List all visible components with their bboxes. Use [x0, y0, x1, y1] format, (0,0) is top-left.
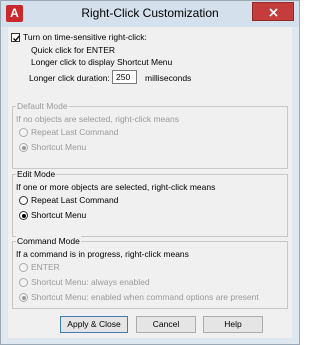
edit-mode-description: If one or more objects are selected, rig… — [16, 182, 216, 192]
radio-button[interactable] — [19, 196, 28, 205]
dialog-window: A Right-Click Customization Turn on time… — [0, 0, 300, 345]
radio-button[interactable] — [19, 211, 28, 220]
default-mode-shortcut-option[interactable]: Shortcut Menu — [19, 142, 86, 152]
checkmark-icon — [13, 35, 20, 42]
time-sensitive-label: Turn on time-sensitive right-click: — [23, 32, 147, 42]
edit-mode-group: Edit Mode If one or more objects are sel… — [12, 169, 288, 237]
command-mode-options-present-option[interactable]: Shortcut Menu: enabled when command opti… — [19, 292, 259, 302]
checkbox-box[interactable] — [11, 33, 20, 42]
default-mode-title: Default Mode — [16, 101, 69, 111]
edit-mode-title: Edit Mode — [16, 169, 57, 179]
command-mode-title: Command Mode — [16, 236, 81, 246]
command-mode-description: If a command is in progress, right-click… — [16, 249, 189, 259]
quick-click-text: Quick click for ENTER — [31, 45, 116, 55]
close-icon — [269, 8, 278, 17]
cancel-button[interactable]: Cancel — [136, 316, 196, 333]
option-label: Shortcut Menu: always enabled — [31, 277, 150, 287]
radio-button[interactable] — [19, 293, 28, 302]
default-mode-description: If no objects are selected, right-click … — [16, 114, 179, 124]
title-bar: A Right-Click Customization — [1, 1, 299, 27]
time-sensitive-checkbox[interactable]: Turn on time-sensitive right-click: — [11, 32, 147, 42]
default-mode-repeat-option[interactable]: Repeat Last Command — [19, 127, 118, 137]
edit-mode-repeat-option[interactable]: Repeat Last Command — [19, 195, 118, 205]
duration-input[interactable]: 250 — [112, 70, 137, 84]
radio-button[interactable] — [19, 263, 28, 272]
apply-close-button[interactable]: Apply & Close — [60, 316, 128, 333]
close-button[interactable] — [252, 2, 294, 21]
radio-button[interactable] — [19, 128, 28, 137]
option-label: Repeat Last Command — [31, 195, 119, 205]
option-label: Shortcut Menu — [31, 210, 87, 220]
command-mode-group: Command Mode If a command is in progress… — [12, 236, 288, 309]
duration-label: Longer click duration: — [29, 73, 110, 83]
duration-unit: milliseconds — [145, 73, 192, 83]
option-label: Repeat Last Command — [31, 127, 119, 137]
command-mode-enter-option[interactable]: ENTER — [19, 262, 60, 272]
option-label: Shortcut Menu — [31, 142, 87, 152]
radio-button[interactable] — [19, 278, 28, 287]
edit-mode-shortcut-option[interactable]: Shortcut Menu — [19, 210, 86, 220]
option-label: Shortcut Menu: enabled when command opti… — [31, 292, 259, 302]
command-mode-always-option[interactable]: Shortcut Menu: always enabled — [19, 277, 150, 287]
option-label: ENTER — [31, 262, 60, 272]
dialog-content: Turn on time-sensitive right-click: Quic… — [8, 27, 292, 338]
radio-button[interactable] — [19, 143, 28, 152]
longer-click-text: Longer click to display Shortcut Menu — [31, 57, 173, 67]
default-mode-group: Default Mode If no objects are selected,… — [12, 101, 288, 169]
help-button[interactable]: Help — [203, 316, 263, 333]
